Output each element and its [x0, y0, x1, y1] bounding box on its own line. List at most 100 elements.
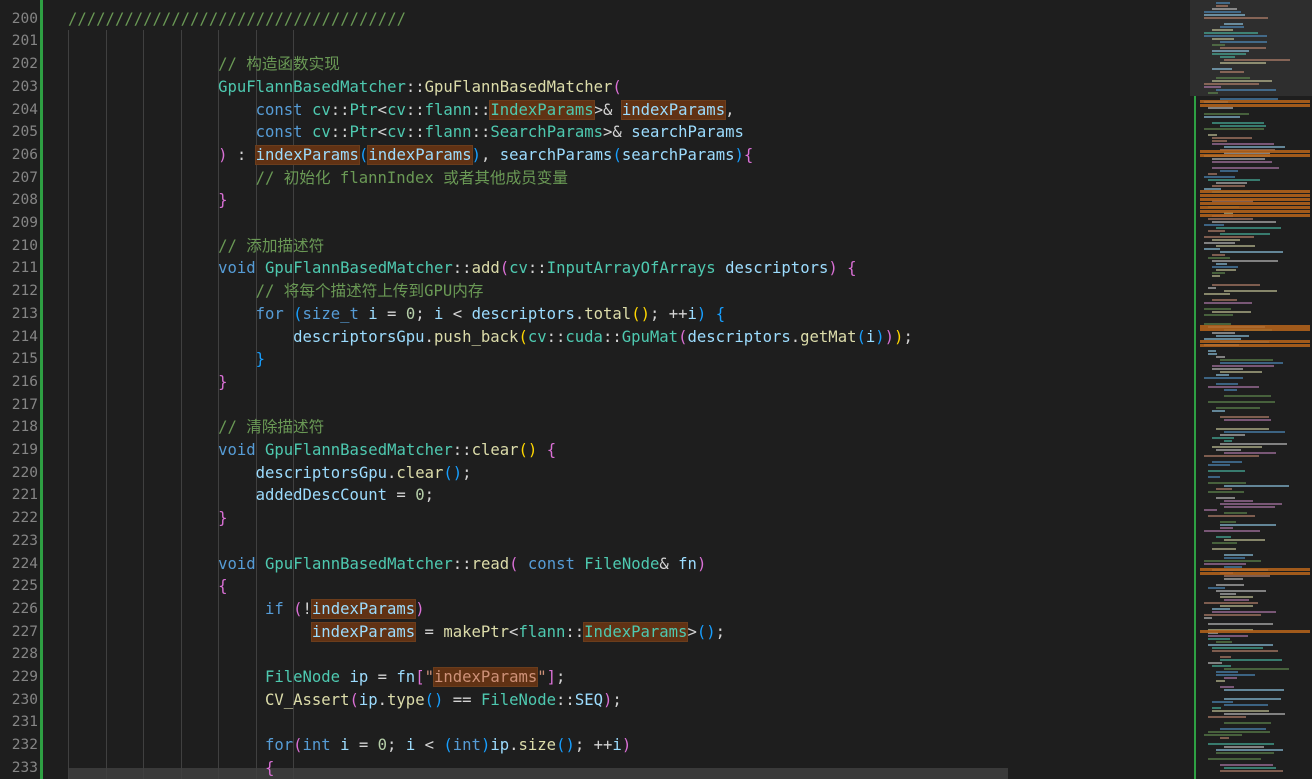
code-token: ( — [293, 599, 303, 618]
code-editor[interactable]: 199 200 201 202 203 204 205 206 207 208 209 210 211 2… — [0, 0, 1312, 779]
minimap-line — [1208, 638, 1230, 640]
code-line[interactable]: //////////////////////////////////// — [68, 8, 406, 31]
code-line[interactable]: CV_Assert(ip.type() == FileNode::SEQ); — [265, 689, 622, 712]
code-line[interactable]: addedDescCount = 0; — [256, 484, 434, 507]
code-line[interactable]: FileNode ip = fn["indexParams"]; — [265, 666, 565, 689]
code-line[interactable]: GpuFlannBasedMatcher::GpuFlannBasedMatch… — [218, 76, 622, 99]
code-line[interactable]: void GpuFlannBasedMatcher::read( const F… — [218, 553, 706, 576]
code-line[interactable]: const cv::Ptr<cv::flann::SearchParams>& … — [256, 121, 744, 144]
minimap-line — [1212, 284, 1260, 286]
minimap-line — [1216, 383, 1238, 385]
code-token: , — [725, 100, 735, 119]
minimap-line — [1212, 446, 1262, 448]
minimap-line — [1212, 542, 1237, 544]
code-line[interactable]: void GpuFlannBasedMatcher::add(cv::Input… — [218, 257, 856, 280]
code-token: type — [387, 690, 425, 709]
code-token: ( — [509, 554, 519, 573]
minimap-line — [1216, 680, 1225, 682]
code-line[interactable]: indexParams = makePtr<flann::IndexParams… — [310, 621, 725, 644]
minimap-line — [1212, 701, 1233, 703]
minimap-line — [1220, 443, 1287, 445]
code-token: ; ++ — [574, 736, 613, 755]
code-token: CV_Assert — [264, 690, 350, 709]
code-token: ) — [696, 554, 707, 573]
code-token: = — [349, 736, 378, 755]
code-token: ] — [546, 668, 557, 686]
code-token: ( — [293, 736, 303, 755]
code-token: descriptors — [687, 327, 791, 346]
code-token: flann — [518, 622, 566, 641]
minimap-line — [1212, 710, 1269, 712]
minimap-line — [1224, 146, 1285, 148]
code-token: descriptors — [471, 304, 575, 323]
code-token: const — [255, 100, 312, 119]
code-line[interactable]: for (size_t i = 0; i < descriptors.total… — [256, 303, 726, 326]
code-line[interactable]: { — [265, 757, 274, 779]
code-line[interactable]: // 构造函数实现 — [218, 53, 340, 76]
code-token: i — [612, 736, 622, 755]
minimap-line — [1212, 254, 1225, 256]
code-token: ( — [499, 259, 510, 278]
minimap-line — [1204, 128, 1264, 130]
minimap-line — [1208, 587, 1225, 589]
code-line[interactable]: void GpuFlannBasedMatcher::clear() { — [218, 439, 556, 462]
minimap-line — [1220, 41, 1267, 43]
line-number: 232 — [11, 737, 38, 754]
minimap-line — [1216, 374, 1229, 376]
code-line[interactable]: if (!indexParams) — [265, 598, 425, 621]
code-line[interactable]: // 清除描述符 — [218, 416, 324, 439]
line-number: 199 — [0, 0, 38, 8]
code-token: FileNode — [584, 554, 660, 573]
minimap-line — [1208, 173, 1217, 175]
code-token: add — [471, 259, 500, 278]
minimap-line — [1204, 530, 1260, 532]
minimap-line — [1208, 464, 1230, 466]
minimap-line — [1208, 758, 1261, 760]
code-line[interactable]: // 将每个描述符上传到GPU内存 — [256, 280, 484, 303]
code-line[interactable]: } — [218, 189, 227, 212]
minimap-line — [1220, 233, 1270, 235]
code-token: GpuFlannBasedMatcher — [265, 441, 453, 459]
code-token: FileNode — [480, 690, 557, 709]
minimap-line — [1216, 5, 1228, 7]
minimap-line — [1208, 491, 1244, 493]
minimap[interactable] — [1190, 0, 1312, 779]
minimap-line — [1204, 176, 1235, 178]
code-token: makePtr — [443, 622, 510, 641]
code-line[interactable]: // 初始化 flannIndex 或者其他成员变量 — [256, 167, 568, 190]
minimap-line — [1216, 89, 1276, 91]
code-token: ) — [875, 327, 885, 346]
code-token: " — [424, 668, 434, 686]
code-line[interactable]: descriptorsGpu.clear(); — [256, 462, 472, 485]
code-token: size — [518, 736, 557, 755]
code-line[interactable]: for(int i = 0; i < (int)ip.size(); ++i) — [265, 734, 631, 757]
code-token: . — [509, 736, 519, 755]
code-line[interactable]: } — [218, 371, 227, 394]
code-line[interactable]: { — [218, 575, 227, 598]
code-token: () — [631, 304, 650, 323]
line-number: 223 — [11, 532, 38, 549]
minimap-line — [1216, 488, 1232, 490]
code-line[interactable]: } — [218, 507, 227, 530]
code-token: void — [218, 441, 266, 459]
code-line[interactable]: descriptorsGpu.push_back(cv::cuda::GpuMa… — [293, 326, 913, 349]
code-line[interactable]: // 添加描述符 — [218, 235, 324, 258]
code-line[interactable]: } — [256, 348, 265, 371]
code-line[interactable]: const cv::Ptr<cv::flann::IndexParams>& i… — [255, 99, 735, 122]
minimap-line — [1216, 227, 1281, 229]
minimap-line — [1212, 143, 1274, 145]
code-token: ; — [424, 486, 434, 505]
code-token: cuda — [565, 327, 603, 346]
code-token: read — [471, 554, 510, 573]
line-number-gutter: 199 200 201 202 203 204 205 206 207 208 209 210 211 2… — [0, 0, 58, 779]
minimap-line — [1220, 524, 1276, 526]
code-area[interactable]: //////////////////////////////////// // 构… — [58, 0, 1188, 779]
minimap-line — [1216, 749, 1283, 751]
minimap-line — [1208, 386, 1259, 388]
minimap-line — [1204, 293, 1230, 295]
code-line[interactable]: ) : indexParams(indexParams), searchPara… — [218, 144, 753, 167]
minimap-line — [1220, 71, 1244, 73]
code-token: = — [368, 668, 397, 686]
minimap-line — [1208, 662, 1222, 664]
